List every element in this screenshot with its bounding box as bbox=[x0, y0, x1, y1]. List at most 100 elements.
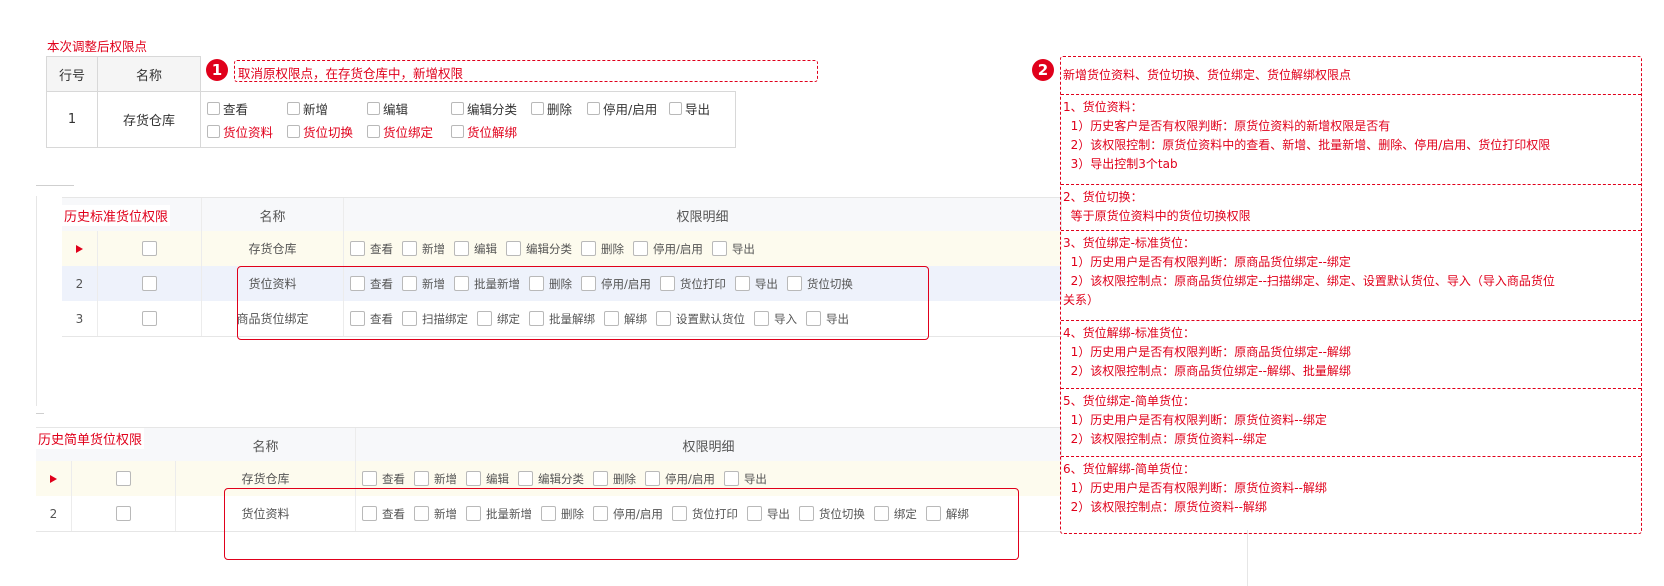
perm-checkbox-item[interactable]: 编辑 bbox=[454, 241, 497, 257]
row-no: 3 bbox=[75, 311, 84, 326]
checkbox[interactable] bbox=[531, 101, 544, 115]
perm-detail-cell: 查看 新增 编辑 编辑分类 删除 停用/启用 导出 bbox=[344, 231, 1062, 266]
checkbox[interactable] bbox=[581, 241, 596, 256]
callout-badge-1: 1 bbox=[206, 59, 228, 81]
perm-checkbox-item[interactable]: 新增 bbox=[402, 241, 445, 257]
checkbox[interactable] bbox=[350, 241, 365, 256]
perm-label: 删除 bbox=[613, 471, 636, 486]
row-select-checkbox[interactable] bbox=[116, 471, 131, 486]
perm-checkbox-item[interactable]: 编辑分类 bbox=[451, 99, 529, 118]
note-heading: 6、货位解绑-简单货位： bbox=[1063, 462, 1195, 476]
perm-checkbox-item[interactable]: 查看 bbox=[362, 471, 405, 487]
perm-label: 导出 bbox=[731, 241, 755, 256]
perm-checkbox-item[interactable]: 货位资料 bbox=[207, 122, 285, 141]
note-line: 2）该权限控制：原货位资料中的查看、新增、批量新增、删除、停用/启用、货位打印权… bbox=[1063, 138, 1551, 152]
checkbox[interactable] bbox=[506, 241, 521, 256]
perm-checkbox-item[interactable]: 删除 bbox=[581, 241, 624, 257]
perm-label: 新增 bbox=[422, 241, 445, 256]
perm-checkbox-item[interactable]: 新增 bbox=[414, 471, 457, 487]
perm-checkbox-item[interactable]: 删除 bbox=[593, 471, 636, 487]
note-line: 等于原货位资料中的货位切换权限 bbox=[1063, 209, 1251, 223]
row-select-checkbox[interactable] bbox=[142, 276, 157, 291]
checkbox[interactable] bbox=[367, 124, 380, 138]
highlight-frame bbox=[224, 488, 1019, 560]
note-line: 1）历史用户是否有权限判断：原商品货位绑定--解绑 bbox=[1063, 345, 1351, 359]
perm-checkbox-item[interactable]: 编辑 bbox=[367, 99, 449, 118]
checkbox[interactable] bbox=[669, 101, 682, 115]
checkbox[interactable] bbox=[587, 101, 600, 115]
divider bbox=[36, 196, 37, 406]
row-select-checkbox[interactable] bbox=[142, 311, 157, 326]
perm-line-1: 查看 新增 编辑 编辑分类 删除 停用/启用 导出 bbox=[207, 97, 729, 120]
checkbox[interactable] bbox=[207, 124, 220, 138]
perm-label: 删除 bbox=[547, 101, 573, 117]
checkbox[interactable] bbox=[593, 471, 608, 486]
note-heading: 1、货位资料： bbox=[1063, 100, 1143, 114]
row-name: 存货仓库 bbox=[97, 91, 201, 148]
checkbox[interactable] bbox=[414, 471, 429, 486]
perm-label: 货位资料 bbox=[223, 124, 274, 140]
checkbox[interactable] bbox=[402, 241, 417, 256]
perm-checkbox-item[interactable]: 停用/启用 bbox=[645, 471, 715, 487]
checkbox[interactable] bbox=[287, 101, 300, 115]
note-section: 2、货位切换： 等于原货位资料中的货位切换权限 bbox=[1061, 185, 1641, 231]
perm-checkbox-item[interactable]: 查看 bbox=[207, 99, 285, 118]
checkbox[interactable] bbox=[367, 101, 380, 115]
perm-checkbox-item[interactable]: 编辑 bbox=[466, 471, 509, 487]
row-select-checkbox[interactable] bbox=[142, 241, 157, 256]
checkbox[interactable] bbox=[451, 124, 464, 138]
perm-checkbox-item[interactable]: 查看 bbox=[350, 241, 393, 257]
perm-label: 停用/启用 bbox=[665, 471, 715, 486]
note-section: 5、货位绑定-简单货位： 1）历史用户是否有权限判断：原货位资料--绑定 2）该… bbox=[1061, 389, 1641, 457]
perm-checkbox-item[interactable]: 停用/启用 bbox=[587, 99, 667, 118]
perm-line-2: 货位资料 货位切换 货位绑定 货位解绑 bbox=[207, 120, 729, 143]
perm-checkbox-item[interactable]: 货位绑定 bbox=[367, 122, 449, 141]
perm-label: 查看 bbox=[370, 241, 393, 256]
perm-checkbox-item[interactable]: 停用/启用 bbox=[633, 241, 703, 257]
note-section: 3、货位绑定-标准货位： 1）历史用户是否有权限判断：原商品货位绑定--绑定 2… bbox=[1061, 231, 1641, 321]
checkbox[interactable] bbox=[362, 471, 377, 486]
perm-label: 停用/启用 bbox=[653, 241, 703, 256]
checkbox[interactable] bbox=[518, 471, 533, 486]
row-select-checkbox[interactable] bbox=[116, 506, 131, 521]
perm-checkbox-item[interactable]: 导出 bbox=[723, 471, 767, 487]
col-header-name: 名称 bbox=[176, 428, 356, 462]
checkbox[interactable] bbox=[207, 101, 220, 115]
col-header-detail: 权限明细 bbox=[356, 428, 1062, 462]
current-row-indicator-icon bbox=[50, 474, 57, 483]
perm-checkbox-item[interactable]: 编辑分类 bbox=[518, 471, 584, 487]
checkbox[interactable] bbox=[454, 241, 469, 256]
callout-text-1: 取消原权限点，在存货仓库中，新增权限 bbox=[238, 66, 464, 81]
checkbox[interactable] bbox=[711, 241, 727, 256]
perm-checkbox-item[interactable]: 导出 bbox=[711, 241, 755, 257]
note-section: 6、货位解绑-简单货位： 1）历史用户是否有权限判断：原货位资料--解绑 2）该… bbox=[1061, 457, 1641, 525]
perm-label: 查看 bbox=[382, 471, 405, 486]
checkbox[interactable] bbox=[723, 471, 739, 486]
notes-title: 新增货位资料、货位切换、货位绑定、货位解绑权限点 bbox=[1063, 68, 1352, 82]
note-line: 1）历史用户是否有权限判断：原货位资料--解绑 bbox=[1063, 481, 1327, 495]
checkbox[interactable] bbox=[466, 471, 481, 486]
note-line: 2）该权限控制点：原商品货位绑定--扫描绑定、绑定、设置默认货位、导入（导入商品… bbox=[1063, 274, 1555, 288]
perm-checkbox-item[interactable]: 新增 bbox=[287, 99, 365, 118]
perm-checkbox-item[interactable]: 导出 bbox=[669, 99, 719, 118]
table-row[interactable]: 存货仓库 查看 新增 编辑 编辑分类 删除 停用/启用 导出 bbox=[62, 231, 1062, 267]
current-row-indicator-icon bbox=[76, 244, 83, 253]
checkbox[interactable] bbox=[633, 241, 648, 256]
perm-label: 导出 bbox=[743, 471, 767, 486]
row-no: 1 bbox=[46, 91, 98, 148]
grid-label: 历史简单货位权限 bbox=[36, 427, 145, 449]
checkbox[interactable] bbox=[645, 471, 660, 486]
note-line: 1）历史客户是否有权限判断：原货位资料的新增权限是否有 bbox=[1063, 119, 1391, 133]
note-heading: 4、货位解绑-标准货位： bbox=[1063, 326, 1195, 340]
perm-label: 导出 bbox=[685, 101, 711, 117]
checkbox[interactable] bbox=[287, 124, 300, 138]
col-header-detail: 权限明细 bbox=[344, 198, 1062, 232]
perm-label: 编辑 bbox=[474, 241, 497, 256]
note-heading: 3、货位绑定-标准货位： bbox=[1063, 236, 1195, 250]
perm-checkbox-item[interactable]: 删除 bbox=[531, 99, 585, 118]
perm-checkbox-item[interactable]: 货位解绑 bbox=[451, 122, 529, 141]
note-line: 2）该权限控制点：原货位资料--绑定 bbox=[1063, 432, 1267, 446]
perm-checkbox-item[interactable]: 货位切换 bbox=[287, 122, 365, 141]
checkbox[interactable] bbox=[451, 101, 464, 115]
perm-checkbox-item[interactable]: 编辑分类 bbox=[506, 241, 572, 257]
